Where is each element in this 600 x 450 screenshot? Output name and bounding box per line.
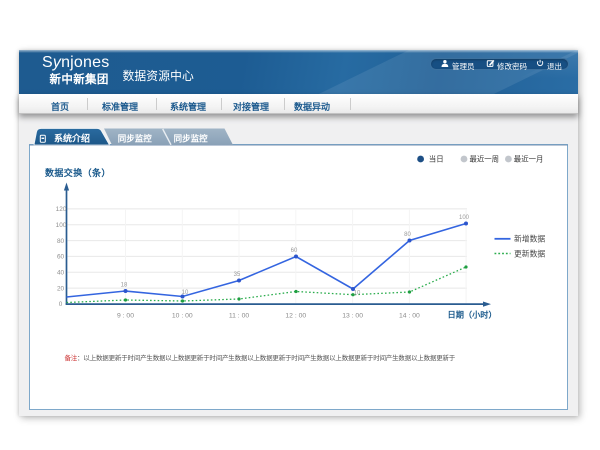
svg-text:14 : 00: 14 : 00 [399, 313, 420, 320]
svg-text:120: 120 [56, 206, 67, 213]
svg-text:10: 10 [354, 291, 361, 297]
svg-text:10: 10 [182, 290, 189, 296]
svg-text:当日: 当日 [429, 155, 444, 164]
svg-text:更新数据: 更新数据 [514, 248, 545, 258]
svg-text:60: 60 [291, 248, 298, 254]
svg-text:60: 60 [57, 254, 65, 261]
svg-text:13 : 00: 13 : 00 [342, 313, 363, 320]
svg-text:40: 40 [57, 270, 65, 277]
svg-text:12 : 00: 12 : 00 [285, 313, 306, 320]
svg-text:18: 18 [121, 283, 128, 289]
svg-text:0: 0 [59, 301, 63, 308]
svg-text:最近一月: 最近一月 [514, 155, 544, 164]
svg-text:10 : 00: 10 : 00 [172, 313, 193, 320]
svg-text:100: 100 [56, 222, 67, 229]
svg-text:最近一周: 最近一周 [470, 155, 500, 164]
svg-text:9 : 00: 9 : 00 [117, 313, 134, 320]
svg-text:100: 100 [459, 215, 470, 221]
svg-text:20: 20 [57, 285, 65, 292]
svg-text:11 : 00: 11 : 00 [229, 313, 250, 320]
svg-text:80: 80 [57, 238, 65, 245]
svg-text:数据交换（条）: 数据交换（条） [45, 167, 111, 178]
svg-text:80: 80 [404, 232, 411, 238]
svg-text:同步监控: 同步监控 [174, 134, 209, 144]
svg-text:新增数据: 新增数据 [514, 234, 545, 244]
svg-text:日期（小时）: 日期（小时） [448, 310, 497, 320]
svg-text:系统介绍: 系统介绍 [54, 133, 90, 144]
svg-text:同步监控: 同步监控 [118, 134, 153, 144]
svg-text:35: 35 [234, 272, 241, 278]
